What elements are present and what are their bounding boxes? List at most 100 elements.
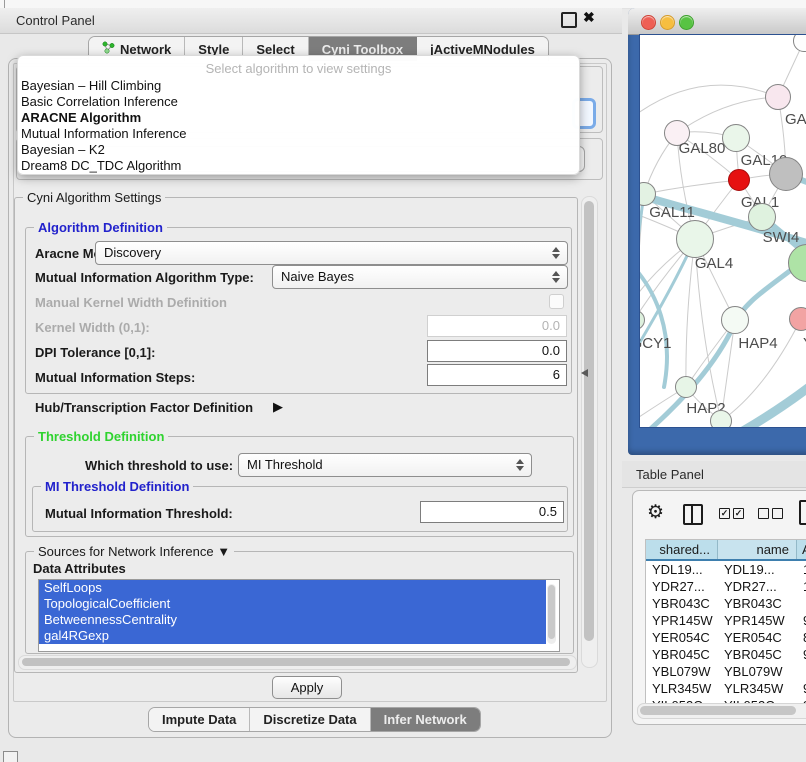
kernel-width-field[interactable]: 0.0 xyxy=(427,315,567,337)
close-panel-icon[interactable]: ✖ xyxy=(583,9,595,26)
sources-legend: Sources for Network Inference ▼ xyxy=(34,544,234,559)
node-hap4[interactable] xyxy=(721,306,749,334)
deselect-checkbox-icon2[interactable] xyxy=(772,508,783,519)
mi-type-label: Mutual Information Algorithm Type: xyxy=(35,270,254,285)
node-label-swi4: SWI4 xyxy=(763,229,800,246)
algorithm-option-mutual-information-inference[interactable]: Mutual Information Inference xyxy=(18,126,579,142)
cell-shared-name: YPR145W xyxy=(652,613,713,628)
node-bottom[interactable] xyxy=(710,410,732,427)
spinner-icon xyxy=(515,458,524,472)
attribute-item-topologicalcoefficient[interactable]: TopologicalCoefficient xyxy=(39,596,546,612)
float-window-icon[interactable] xyxy=(561,12,577,28)
column-layout-icon[interactable] xyxy=(683,504,703,525)
node-gal4[interactable] xyxy=(676,220,714,258)
minimize-button[interactable] xyxy=(660,15,675,30)
algorithm-option-bayesian-k2[interactable]: Bayesian – K2 xyxy=(18,142,579,158)
deselect-checkbox-icon[interactable] xyxy=(758,508,769,519)
manual-kernel-checkbox[interactable] xyxy=(549,294,564,309)
algorithm-option-aracne-algorithm[interactable]: ARACNE Algorithm xyxy=(18,110,579,126)
mi-type-select[interactable]: Naive Bayes xyxy=(272,265,568,289)
algorithm-option-dream8-dc-tdc-algorithm[interactable]: Dream8 DC_TDC Algorithm xyxy=(18,158,579,174)
column-header-shared[interactable]: shared... xyxy=(646,540,718,559)
settings-vscroll-thumb[interactable] xyxy=(584,201,594,641)
tab-label: Impute Data xyxy=(162,712,236,727)
cell-name: YDR27... xyxy=(724,579,777,594)
network-view-window: GALGAL80GAL10GAL1GAL11SWI4GAL4GCY1HAP4YH… xyxy=(628,8,806,455)
algorithm-option-basic-correlation-inference[interactable]: Basic Correlation Inference xyxy=(18,94,579,110)
tab-discretize-data[interactable]: Discretize Data xyxy=(250,708,370,731)
node-label-gal80: GAL80 xyxy=(679,140,726,157)
spinner-icon xyxy=(551,246,560,260)
aracne-mode-select[interactable]: Discovery xyxy=(95,241,568,265)
table-row[interactable]: YBL079WYBL079W xyxy=(646,663,806,680)
cell-shared-name: YER054C xyxy=(652,630,710,645)
data-attributes-list[interactable]: SelfLoopsTopologicalCoefficientBetweenne… xyxy=(38,579,560,652)
cell-shared-name: YBR045C xyxy=(652,647,710,662)
table-row[interactable]: YDL19...YDL19...13 xyxy=(646,561,806,578)
screen: Control Panel ✖ NetworkStyleSelectCyni T… xyxy=(0,0,806,762)
zoom-button[interactable] xyxy=(679,15,694,30)
bottom-corner-window-icon[interactable] xyxy=(3,751,18,762)
cell-shared-name: YBR043C xyxy=(652,596,710,611)
table-hscroll-thumb[interactable] xyxy=(640,706,796,715)
tab-label: Infer Network xyxy=(384,712,467,727)
control-panel-title: Control Panel xyxy=(16,13,95,28)
settings-horizontal-scrollbar[interactable] xyxy=(18,655,577,670)
dpi-tolerance-field[interactable]: 0.0 xyxy=(427,340,567,362)
tab-infer-network[interactable]: Infer Network xyxy=(371,708,480,731)
node-hap2[interactable] xyxy=(675,376,697,398)
apply-button[interactable]: Apply xyxy=(272,676,342,699)
select-all-checkbox-icon2[interactable]: ✓ xyxy=(733,508,744,519)
node-label-gal: GAL xyxy=(785,111,806,128)
network-window-titlebar[interactable] xyxy=(628,8,806,35)
network-canvas[interactable]: GALGAL80GAL10GAL1GAL11SWI4GAL4GCY1HAP4YH… xyxy=(640,35,806,427)
attribute-item-selfloops[interactable]: SelfLoops xyxy=(39,580,546,596)
tab-impute-data[interactable]: Impute Data xyxy=(149,708,250,731)
table-row[interactable]: YLR345WYLR345W9. xyxy=(646,680,806,697)
node-gal-cut[interactable] xyxy=(765,84,791,110)
table-horizontal-scrollbar[interactable] xyxy=(637,703,806,719)
select-all-checkbox-icon[interactable]: ✓ xyxy=(719,508,730,519)
node-salmon[interactable] xyxy=(789,307,806,331)
column-header-name[interactable]: name xyxy=(718,540,797,559)
mi-steps-label: Mutual Information Steps: xyxy=(35,370,195,385)
settings-hscroll-thumb[interactable] xyxy=(22,658,570,666)
algorithm-option-bayesian-hill-climbing[interactable]: Bayesian – Hill Climbing xyxy=(18,78,579,94)
table-settings-gear-icon[interactable]: ⚙ xyxy=(647,501,664,524)
attribute-item-betweennesscentrality[interactable]: BetweennessCentrality xyxy=(39,612,546,628)
node-red[interactable] xyxy=(728,169,750,191)
node-label-gal4: GAL4 xyxy=(695,255,733,272)
mi-threshold-field[interactable]: 0.5 xyxy=(420,501,564,523)
node-gal10[interactable] xyxy=(722,124,750,152)
mouse-cursor xyxy=(581,369,588,377)
node-table[interactable]: shared...nameA YDL19...YDL19...13YDR27..… xyxy=(645,539,806,705)
close-button[interactable] xyxy=(641,15,656,30)
table-row[interactable]: YBR045CYBR045C9. xyxy=(646,646,806,663)
algorithm-definition-legend: Algorithm Definition xyxy=(34,220,167,235)
node-gcy1[interactable] xyxy=(640,310,645,330)
cell-name: YBL079W xyxy=(724,664,783,679)
attribute-item-gal4rgexp[interactable]: gal4RGexp xyxy=(39,628,546,644)
mi-type-value: Naive Bayes xyxy=(281,269,354,284)
node-gal11[interactable] xyxy=(640,182,656,206)
node-top-right[interactable] xyxy=(793,35,806,52)
algorithm-popup: Select algorithm to view settings Bayesi… xyxy=(17,55,580,175)
mi-steps-field[interactable]: 6 xyxy=(427,364,567,386)
attributes-scrollbar[interactable] xyxy=(547,584,556,644)
attributes-scrollbar-thumb[interactable] xyxy=(548,585,555,639)
settings-vertical-scrollbar[interactable] xyxy=(581,196,598,668)
node-gal1[interactable] xyxy=(769,157,803,191)
column-header-a[interactable]: A xyxy=(797,540,806,559)
node-big-green[interactable] xyxy=(788,244,806,282)
table-row[interactable]: YDR27...YDR27...12 xyxy=(646,578,806,595)
which-threshold-select[interactable]: MI Threshold xyxy=(238,453,532,477)
hub-expand-arrow-icon[interactable]: ▶ xyxy=(273,399,283,415)
export-file-icon[interactable] xyxy=(799,500,806,525)
table-row[interactable]: YBR043CYBR043C xyxy=(646,595,806,612)
algorithm-popup-placeholder: Select algorithm to view settings xyxy=(18,56,579,78)
node-swi4[interactable] xyxy=(748,203,776,231)
sources-collapse-arrow-icon[interactable]: ▼ xyxy=(217,544,230,559)
mi-threshold-label: Mutual Information Threshold: xyxy=(45,506,233,521)
table-row[interactable]: YER054CYER054C8. xyxy=(646,629,806,646)
table-row[interactable]: YPR145WYPR145W9. xyxy=(646,612,806,629)
